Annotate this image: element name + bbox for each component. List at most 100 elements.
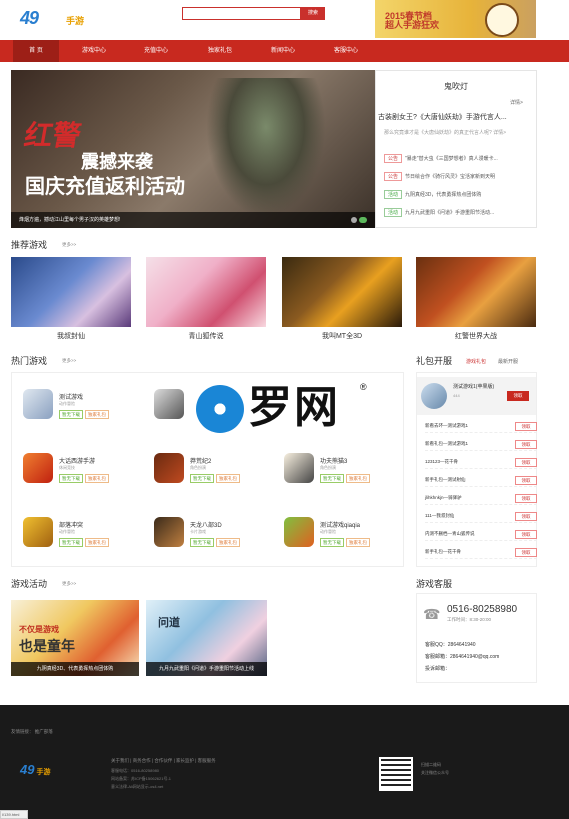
- game-name: 部落冲突: [59, 523, 84, 529]
- tab-new-servers[interactable]: 最新开服: [498, 358, 518, 365]
- logo-text: 手游: [66, 17, 85, 27]
- download-button[interactable]: 暂无下载: [190, 538, 214, 547]
- download-button[interactable]: 暂无下载: [59, 538, 83, 547]
- recommend-game-name[interactable]: 我叫MT全3D: [282, 331, 402, 341]
- gift-button[interactable]: 独家礼包: [85, 410, 109, 419]
- gift-button[interactable]: 独家礼包: [85, 474, 109, 483]
- footer-links[interactable]: 友情链接： 推广部落: [11, 729, 53, 735]
- hot-game-item[interactable]: 部落冲突 动作冒险 暂无下载 独家礼包: [23, 517, 143, 567]
- footer-logo-text: 手游: [36, 768, 51, 776]
- claim-button[interactable]: 领取: [515, 440, 537, 449]
- claim-button[interactable]: 领取: [507, 391, 529, 401]
- recommend-title: 推荐游戏: [11, 240, 48, 250]
- news-more-link[interactable]: 详情>: [510, 99, 523, 106]
- recommend-game-name[interactable]: 青山狐传说: [146, 331, 266, 341]
- footer: 友情链接： 推广部落 49 手游 关于我们 | 商务合作 | 合作伙伴 | 家长监…: [0, 705, 569, 819]
- footer-nav[interactable]: 关于我们 | 商务合作 | 合作伙伴 | 家长监护 | 客服服务: [111, 758, 216, 764]
- gift-button[interactable]: 独家礼包: [346, 474, 370, 483]
- news-item[interactable]: 活动 九阴真经3D，代表勇挥热点团体购: [384, 190, 534, 201]
- gift-item[interactable]: 新手礼包—花千骨 领取: [425, 547, 537, 559]
- tab-game-gifts[interactable]: 游戏礼包: [466, 358, 486, 365]
- claim-button[interactable]: 领取: [515, 476, 537, 485]
- claim-button[interactable]: 领取: [515, 494, 537, 503]
- news-item[interactable]: 公告 "暴走"替大虫《三国梦想者》真人漫暖卡...: [384, 154, 534, 165]
- claim-button[interactable]: 领取: [515, 512, 537, 521]
- gift-item[interactable]: 123123—花千骨 领取: [425, 457, 537, 469]
- recommend-game-name[interactable]: 红警世界大战: [416, 331, 536, 341]
- hot-game-item[interactable]: 测试游戏 动作冒险 暂无下载 独家礼包: [23, 389, 143, 439]
- news-item[interactable]: 公告 节日绘合作《骑行风灵》宝活家新到天明: [384, 172, 534, 183]
- game-category: 卡片游戏: [190, 529, 206, 534]
- activity-banner[interactable]: 问道 九月九武重阳《问道》手游重阳节活动上线: [146, 600, 267, 676]
- download-button[interactable]: 暂无下载: [320, 538, 344, 547]
- nav-service[interactable]: 客服中心: [321, 40, 371, 62]
- gift-item-name: 内测不删档—青山狐传说: [425, 531, 475, 536]
- service-qq: 客服QQ：2864641940: [425, 642, 476, 648]
- hot-game-item[interactable]: 莽荒纪2 角色扮演 暂无下载 独家礼包: [154, 453, 274, 503]
- gift-item[interactable]: 内测不删档—青山狐传说 领取: [425, 529, 537, 541]
- hot-game-item[interactable]: 大话西游手游 休闲竞技 暂无下载 独家礼包: [23, 453, 143, 503]
- hero-soldier-art: [206, 78, 326, 218]
- search-input[interactable]: [182, 7, 301, 20]
- game-name: 测试游戏qiaqia: [320, 523, 361, 529]
- nav-games[interactable]: 游戏中心: [69, 40, 119, 62]
- game-category: 角色扮演: [320, 465, 336, 470]
- footer-logo: 49 手游: [20, 762, 50, 777]
- recommend-game-name[interactable]: 我叔封仙: [11, 331, 131, 341]
- search-button[interactable]: 搜索: [301, 7, 325, 20]
- hot-game-item[interactable]: 功夫熊猫3 角色扮演 暂无下载 独家礼包: [284, 453, 404, 503]
- hot-game-item[interactable]: 天龙八部3D 卡片游戏 暂无下载 独家礼包: [154, 517, 274, 567]
- gift-item[interactable]: 新手礼包—测试射仙 领取: [425, 475, 537, 487]
- gift-item-name: 新手礼包—花千骨: [425, 549, 461, 554]
- nav-gifts[interactable]: 独家礼包: [195, 40, 245, 62]
- gift-item-name: 123123—花千骨: [425, 459, 459, 464]
- download-button[interactable]: 暂无下载: [190, 474, 214, 483]
- nav-news[interactable]: 新闻中心: [258, 40, 308, 62]
- giftpack-featured[interactable]: 测试游戏1(苹果版) 444 领取: [417, 377, 536, 415]
- gift-button[interactable]: 独家礼包: [216, 538, 240, 547]
- hero-carousel[interactable]: 红警 震撼来袭 国庆充值返利活动 烽烟方遍，撼动江山里每个男子汉的英雄梦想!: [11, 70, 375, 228]
- giftpack-panel: 测试游戏1(苹果版) 444 领取 新看去环—测试游戏1 领取 新看礼包—测试游戏…: [416, 372, 537, 567]
- gift-item[interactable]: 111—我叔封仙 领取: [425, 511, 537, 523]
- download-button[interactable]: 暂无下载: [320, 474, 344, 483]
- claim-button[interactable]: 领取: [515, 530, 537, 539]
- game-name: 测试游戏: [59, 395, 84, 401]
- claim-button[interactable]: 领取: [515, 422, 537, 431]
- activity-banner[interactable]: 不仅是游戏 也是童年 九阴真经3D、代表勇挥热点团体购: [11, 600, 139, 676]
- nav-recharge[interactable]: 充值中心: [131, 40, 181, 62]
- site-logo[interactable]: 49 手游: [20, 8, 90, 30]
- game-category: 动作冒险: [320, 529, 336, 534]
- news-item[interactable]: 活动 九月九武重阳《问道》手游重阳节活动...: [384, 208, 534, 219]
- recommend-more-link[interactable]: 更多>>: [62, 242, 76, 248]
- top-ad-banner[interactable]: 2015春节档 超人手游狂欢: [375, 0, 536, 38]
- gift-item[interactable]: jlihkhnkjn—骑驿驴 领取: [425, 493, 537, 505]
- nav-home[interactable]: 首 页: [13, 40, 59, 62]
- news-lead[interactable]: 古装剧女王?《大唐仙妖劫》手游代言人...: [378, 112, 507, 122]
- news-sub: 那么究竟谁才是《大唐仙妖劫》的真正代言人呢? 详情>: [384, 130, 507, 136]
- qr-caption-line: 扫描二维码: [421, 762, 441, 767]
- gift-button[interactable]: 独家礼包: [216, 474, 240, 483]
- recommend-game-image[interactable]: [282, 257, 402, 327]
- activity-more-link[interactable]: 更多>>: [62, 581, 76, 587]
- watermark-text: 罗网: [248, 382, 340, 433]
- recommend-game-image[interactable]: [11, 257, 131, 327]
- claim-button[interactable]: 领取: [515, 458, 537, 467]
- footer-logo-number: 49: [20, 762, 35, 777]
- carousel-dot-active[interactable]: [359, 217, 367, 223]
- claim-button[interactable]: 领取: [515, 548, 537, 557]
- gift-button[interactable]: 独家礼包: [85, 538, 109, 547]
- download-button[interactable]: 暂无下载: [59, 410, 83, 419]
- activity-caption: 九阴真经3D、代表勇挥热点团体购: [11, 662, 139, 676]
- hot-game-item[interactable]: 测试游戏qiaqia 动作冒险 暂无下载 独家礼包: [284, 517, 404, 567]
- service-panel: ☎ 0516-80258980 工作时间：8:30-20:00 客服QQ：286…: [416, 593, 537, 683]
- game-category: 休闲竞技: [59, 465, 75, 470]
- gift-item[interactable]: 新看去环—测试游戏1 领取: [425, 421, 537, 433]
- recommend-game-image[interactable]: [416, 257, 536, 327]
- hot-more-link[interactable]: 更多>>: [62, 358, 76, 364]
- gift-item[interactable]: 新看礼包—测试游戏1 领取: [425, 439, 537, 451]
- recommend-game-image[interactable]: [146, 257, 266, 327]
- carousel-dot[interactable]: [351, 217, 357, 223]
- featured-count: 444: [453, 393, 460, 398]
- gift-button[interactable]: 独家礼包: [346, 538, 370, 547]
- download-button[interactable]: 暂无下载: [59, 474, 83, 483]
